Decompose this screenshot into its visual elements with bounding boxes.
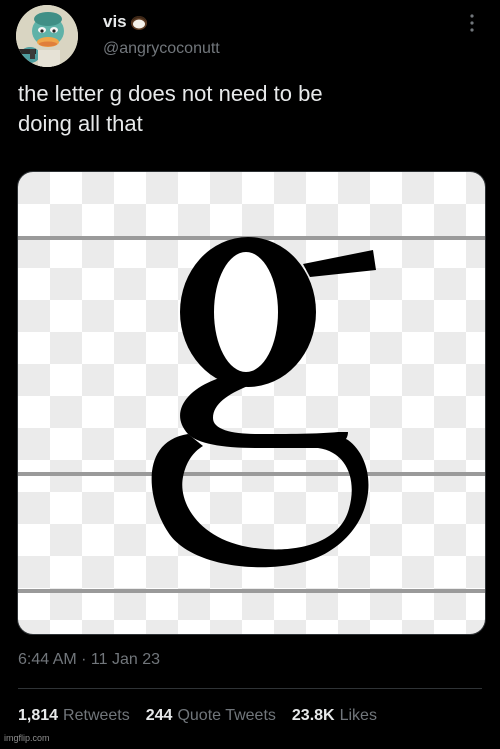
duck-character-avatar bbox=[16, 5, 78, 67]
engagement-stats: 1,814 Retweets 244 Quote Tweets 23.8K Li… bbox=[18, 707, 393, 725]
retweets-count: 1,814 bbox=[18, 707, 59, 724]
tweet-timestamp[interactable]: 6:44 AM · 11 Jan 23 bbox=[18, 651, 160, 669]
avatar[interactable] bbox=[16, 5, 78, 67]
likes-stat[interactable]: 23.8K Likes bbox=[292, 707, 377, 725]
tweet-card: vis @angrycoconutt the letter g does not… bbox=[0, 0, 500, 749]
retweets-stat[interactable]: 1,814 Retweets bbox=[18, 707, 130, 725]
quote-tweets-count: 244 bbox=[145, 707, 173, 724]
tweet-text: the letter g does not need to be doing a… bbox=[18, 81, 323, 136]
user-handle[interactable]: @angrycoconutt bbox=[103, 40, 220, 58]
tweet-media[interactable] bbox=[17, 171, 486, 635]
more-icon[interactable] bbox=[463, 12, 481, 34]
display-name[interactable]: vis bbox=[103, 12, 149, 32]
likes-count: 23.8K bbox=[291, 707, 335, 724]
watermark: imgflip.com bbox=[4, 733, 50, 743]
coconut-icon bbox=[130, 16, 147, 30]
likes-label: Likes bbox=[339, 707, 377, 724]
quote-tweets-label: Quote Tweets bbox=[177, 707, 276, 724]
quote-tweets-stat[interactable]: 244 Quote Tweets bbox=[146, 707, 276, 725]
letter-g-image bbox=[18, 172, 485, 634]
retweets-label: Retweets bbox=[63, 707, 130, 724]
divider bbox=[18, 688, 482, 689]
display-name-text: vis bbox=[103, 12, 127, 31]
